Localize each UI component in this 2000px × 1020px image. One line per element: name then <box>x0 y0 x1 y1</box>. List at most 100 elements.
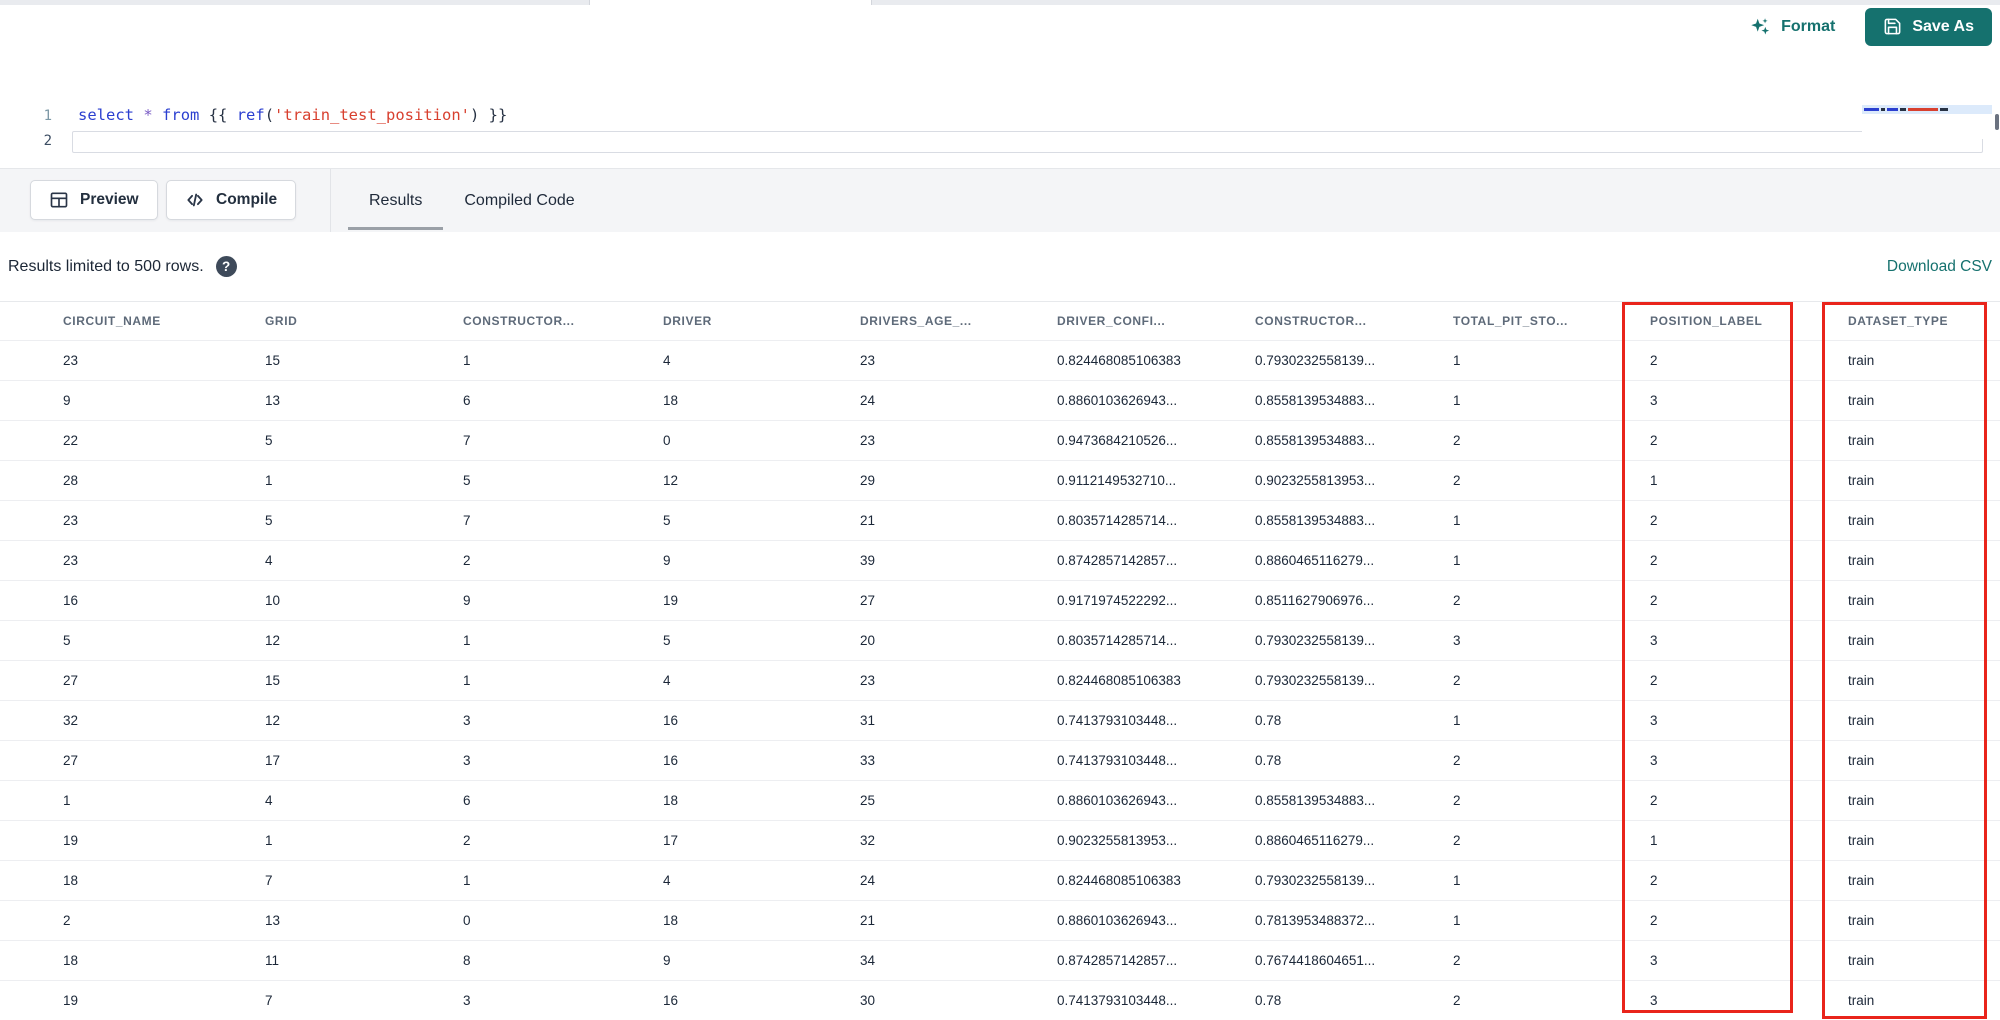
table-cell: 0.7413793103448... <box>1057 753 1178 768</box>
table-cell: 19 <box>63 833 79 848</box>
table-cell: 16 <box>663 713 679 728</box>
table-row: 27 17 3 16 33 0.7413793103448... 0.78 2 3 train <box>0 741 2000 781</box>
results-toolbar: Preview Compile Results Compiled Code <box>0 168 2000 233</box>
table-cell: 16 <box>663 753 679 768</box>
table-cell: 21 <box>860 913 876 928</box>
preview-button[interactable]: Preview <box>30 180 158 220</box>
table-cell: 1 <box>1453 353 1461 368</box>
toolbar-divider <box>330 169 331 233</box>
table-cell: 27 <box>63 673 79 688</box>
table-cell: 4 <box>663 873 671 888</box>
compile-button[interactable]: Compile <box>166 180 297 220</box>
line-number: 1 <box>43 108 52 124</box>
table-cell: 9 <box>463 593 471 608</box>
table-row: 18 7 1 4 24 0.824468085106383 0.7930232558139.… <box>0 861 2000 901</box>
table-cell: 2 <box>1453 953 1461 968</box>
minimap-code-mark <box>1908 108 1938 111</box>
table-cell: 2 <box>463 553 471 568</box>
compile-button-label: Compile <box>216 191 278 208</box>
table-cell: 0.8860103626943... <box>1057 913 1178 928</box>
table-cell: 11 <box>265 953 280 968</box>
table-row: 32 12 3 16 31 0.7413793103448... 0.78 1 3 train <box>0 701 2000 741</box>
table-cell: 20 <box>860 633 876 648</box>
code-editor[interactable]: 1 2 select * from {{ ref('train_test_pos… <box>0 48 2000 168</box>
format-button[interactable]: Format <box>1749 16 1835 38</box>
table-cell: 19 <box>63 993 79 1008</box>
table-cell: 3 <box>1650 633 1658 648</box>
table-cell: 17 <box>265 753 281 768</box>
active-line-highlight <box>72 131 1983 153</box>
table-cell: 23 <box>63 513 79 528</box>
table-cell: 23 <box>860 353 876 368</box>
table-cell: 2 <box>1453 473 1461 488</box>
results-tabs: Results Compiled Code <box>348 169 596 233</box>
table-cell: 7 <box>265 873 273 888</box>
line-number: 2 <box>43 133 52 149</box>
table-cell: 2 <box>1650 353 1658 368</box>
table-cell: 18 <box>63 873 79 888</box>
table-cell: 8 <box>463 953 471 968</box>
table-cell: 2 <box>1453 753 1461 768</box>
table-row: 28 1 5 12 29 0.9112149532710... 0.902325581395… <box>0 461 2000 501</box>
table-cell: 0.8035714285714... <box>1057 513 1178 528</box>
table-cell: train <box>1848 753 1875 768</box>
table-cell: 32 <box>63 713 79 728</box>
minimap-code-mark <box>1940 108 1948 111</box>
table-cell: train <box>1848 713 1875 728</box>
editor-scrollbar[interactable] <box>1995 114 1999 130</box>
table-cell: 19 <box>663 593 679 608</box>
code-token: }} <box>479 106 508 124</box>
table-cell: 5 <box>463 473 471 488</box>
save-icon <box>1883 17 1902 36</box>
help-circle-icon[interactable]: ? <box>215 256 237 277</box>
table-cell: 0 <box>663 433 671 448</box>
table-cell: 0.78 <box>1255 753 1282 768</box>
table-cell: 0.8860103626943... <box>1057 793 1178 808</box>
header-cell: DRIVERS_AGE_... <box>860 314 972 328</box>
table-cell: 0.8558139534883... <box>1255 793 1376 808</box>
table-cell: 18 <box>663 913 679 928</box>
results-table: CIRCUIT_NAME GRID CONSTRUCTOR... DRIVER DRIV… <box>0 301 2000 1020</box>
header-cell: DATASET_TYPE <box>1848 314 1949 328</box>
table-cell: 1 <box>463 873 471 888</box>
code-token: from <box>162 106 200 124</box>
table-cell: 27 <box>63 753 79 768</box>
save-as-button[interactable]: Save As <box>1865 7 1992 46</box>
code-token: * <box>143 106 153 124</box>
tab-results[interactable]: Results <box>348 169 444 233</box>
table-cell: 0.7930232558139... <box>1255 873 1376 888</box>
table-cell: 3 <box>1650 393 1658 408</box>
table-cell: train <box>1848 553 1875 568</box>
editor-minimap[interactable] <box>1862 101 1992 139</box>
table-cell: 1 <box>463 633 471 648</box>
save-as-button-label: Save As <box>1912 17 1974 35</box>
tab-compiled-code[interactable]: Compiled Code <box>443 169 595 233</box>
table-cell: 15 <box>265 673 281 688</box>
table-cell: 2 <box>1650 793 1658 808</box>
table-row: 19 1 2 17 32 0.9023255813953... 0.886046511627… <box>0 821 2000 861</box>
table-cell: 3 <box>1650 713 1658 728</box>
table-row: 22 5 7 0 23 0.9473684210526... 0.8558139534883… <box>0 421 2000 461</box>
table-cell: 16 <box>663 993 679 1008</box>
table-cell: 1 <box>1453 553 1461 568</box>
table-cell: 1 <box>1650 833 1658 848</box>
table-cell: 25 <box>860 793 876 808</box>
table-cell: 34 <box>860 953 876 968</box>
table-cell: 0.7930232558139... <box>1255 673 1376 688</box>
results-info: Results limited to 500 rows. ? <box>8 232 237 301</box>
table-cell: 30 <box>860 993 876 1008</box>
code-token: {{ <box>199 106 237 124</box>
dbt-ide-screen: Format Save As 1 2 select * from {{ ref(… <box>0 0 2000 1020</box>
table-cell: 3 <box>1453 633 1461 648</box>
table-cell: 0.8860103626943... <box>1057 393 1178 408</box>
table-cell: 2 <box>1650 913 1658 928</box>
table-cell: 10 <box>265 593 281 608</box>
table-cell: 7 <box>463 513 471 528</box>
header-cell: CIRCUIT_NAME <box>63 314 161 328</box>
table-row: 23 5 7 5 21 0.8035714285714... 0.8558139534883… <box>0 501 2000 541</box>
table-cell: 5 <box>663 633 671 648</box>
download-csv-link[interactable]: Download CSV <box>1887 232 1992 301</box>
table-cell: 16 <box>63 593 79 608</box>
table-cell: 3 <box>463 993 471 1008</box>
table-cell: 3 <box>463 753 471 768</box>
